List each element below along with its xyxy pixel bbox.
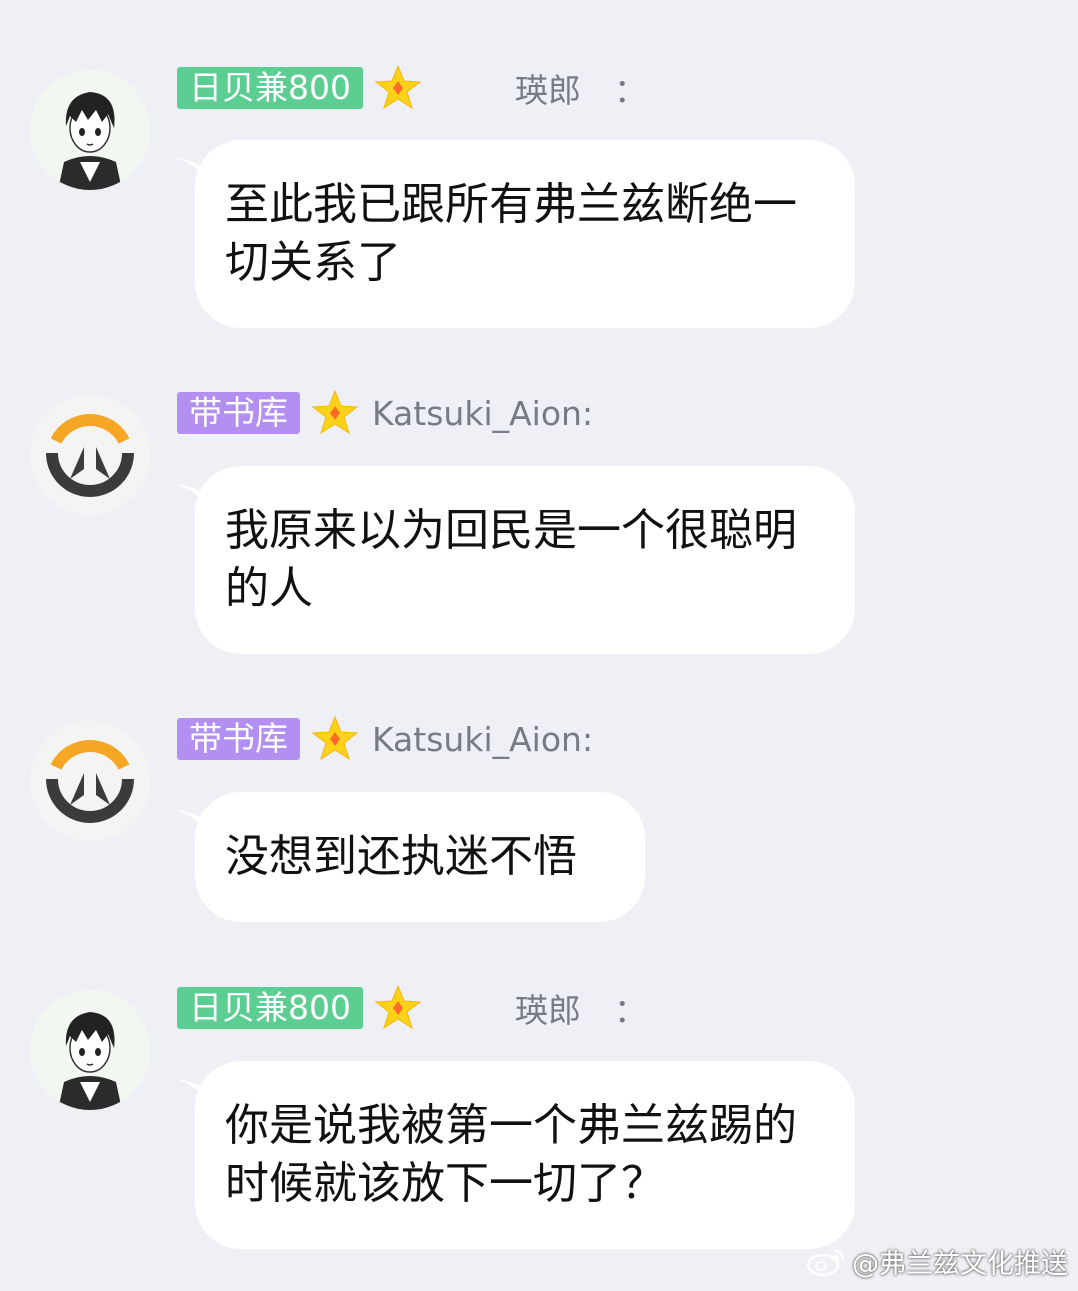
username[interactable]: Katsuki_Aion:: [372, 394, 593, 433]
gold-star-icon: [311, 389, 359, 435]
message-text: 我原来以为回民是一个很聪明的人: [225, 505, 797, 614]
message-bubble[interactable]: 你是说我被第一个弗兰兹踢的时候就该放下一切了？: [195, 1061, 855, 1249]
username[interactable]: 瑛郎 ：: [515, 64, 647, 112]
message-text: 没想到还执迷不悟: [225, 831, 577, 882]
message-text: 你是说我被第一个弗兰兹踢的时候就该放下一切了？: [225, 1100, 797, 1209]
gold-star-icon: [374, 64, 422, 110]
message-bubble[interactable]: 我原来以为回民是一个很聪明的人: [195, 466, 855, 654]
avatar[interactable]: [30, 721, 150, 841]
message-header: 带书库 Katsuki_Aion:: [177, 389, 593, 435]
message-bubble[interactable]: 至此我已跟所有弗兰兹断绝一切关系了: [195, 140, 855, 328]
overwatch-logo-icon: [30, 395, 150, 515]
gold-star-icon: [311, 715, 359, 761]
username[interactable]: 瑛郎 ：: [515, 984, 647, 1032]
watermark-text: @弗兰兹文化推送: [852, 1249, 1068, 1280]
anime-boy-avatar-icon: [30, 70, 150, 190]
user-badge: 日贝兼800: [177, 67, 363, 109]
message-bubble[interactable]: 没想到还执迷不悟: [195, 792, 645, 922]
user-badge: 日贝兼800: [177, 987, 363, 1029]
watermark: @弗兰兹文化推送: [806, 1242, 1068, 1281]
avatar[interactable]: [30, 70, 150, 190]
user-badge: 带书库: [177, 392, 300, 434]
user-badge: 带书库: [177, 718, 300, 760]
avatar[interactable]: [30, 990, 150, 1110]
overwatch-logo-icon: [30, 721, 150, 841]
message-header: 带书库 Katsuki_Aion:: [177, 715, 593, 761]
avatar[interactable]: [30, 395, 150, 515]
message-header: 日贝兼800 瑛郎 ：: [177, 984, 647, 1032]
message-text: 至此我已跟所有弗兰兹断绝一切关系了: [225, 179, 797, 288]
weibo-logo-icon: [806, 1249, 845, 1276]
gold-star-icon: [374, 984, 422, 1030]
message-header: 日贝兼800 瑛郎 ：: [177, 64, 647, 112]
anime-boy-avatar-icon: [30, 990, 150, 1110]
username[interactable]: Katsuki_Aion:: [372, 720, 593, 759]
